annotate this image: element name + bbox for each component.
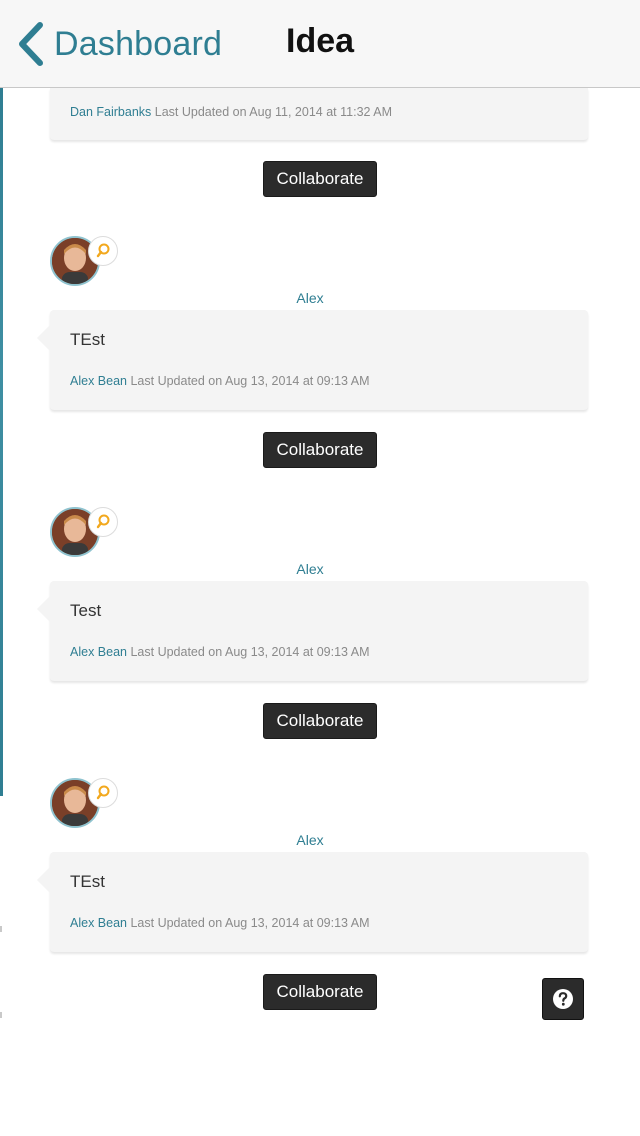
back-button[interactable]: Dashboard [14,20,222,68]
updated-text: Last Updated on Aug 13, 2014 at 09:13 AM [130,645,370,659]
collaborate-button[interactable]: Collaborate [263,161,377,197]
author-link[interactable]: Alex Bean [70,916,127,930]
lightbulb-icon [88,778,118,808]
lightbulb-icon [88,236,118,266]
help-button[interactable] [542,978,584,1020]
idea-card: TEst Alex Bean Last Updated on Aug 13, 2… [37,852,588,952]
updated-text: Last Updated on Aug 13, 2014 at 09:13 AM [130,916,370,930]
idea-entry: Alex TEst Alex Bean Last Updated on Aug … [0,778,640,1010]
chevron-left-icon [19,22,43,66]
idea-card: Dan Fairbanks Last Updated on Aug 11, 20… [50,88,588,140]
back-label: Dashboard [54,24,223,63]
page-title: Idea [286,22,355,60]
author-link[interactable]: Alex Bean [70,374,127,388]
username-link[interactable]: Alex [0,832,620,848]
collaborate-button[interactable]: Collaborate [263,974,377,1010]
collaborate-button[interactable]: Collaborate [263,432,377,468]
card-pointer [37,324,51,352]
lightbulb-icon [88,507,118,537]
username-link[interactable]: Alex [0,290,620,306]
card-meta: Alex Bean Last Updated on Aug 13, 2014 a… [70,374,370,388]
updated-text: Last Updated on Aug 13, 2014 at 09:13 AM [130,374,370,388]
idea-entry: Alex TEst Alex Bean Last Updated on Aug … [0,236,640,468]
idea-card: Test Alex Bean Last Updated on Aug 13, 2… [37,581,588,681]
question-circle-icon [553,989,573,1009]
author-link[interactable]: Dan Fairbanks [70,105,151,119]
idea-text: Test [70,601,102,620]
nav-bar: Dashboard Idea [0,0,640,88]
edge-tick [0,1012,2,1018]
card-meta: Alex Bean Last Updated on Aug 13, 2014 a… [70,645,370,659]
card-meta: Alex Bean Last Updated on Aug 13, 2014 a… [70,916,370,930]
card-pointer [37,866,51,894]
updated-text: Last Updated on Aug 11, 2014 at 11:32 AM [154,105,393,119]
idea-text: TEst [70,872,105,891]
card-pointer [37,595,51,623]
author-link[interactable]: Alex Bean [70,645,127,659]
idea-entry: Alex Test Alex Bean Last Updated on Aug … [0,507,640,739]
username-link[interactable]: Alex [0,561,620,577]
idea-text: TEst [70,330,105,349]
idea-card: TEst Alex Bean Last Updated on Aug 13, 2… [37,310,588,410]
collaborate-button[interactable]: Collaborate [263,703,377,739]
card-meta: Dan Fairbanks Last Updated on Aug 11, 20… [70,105,392,119]
